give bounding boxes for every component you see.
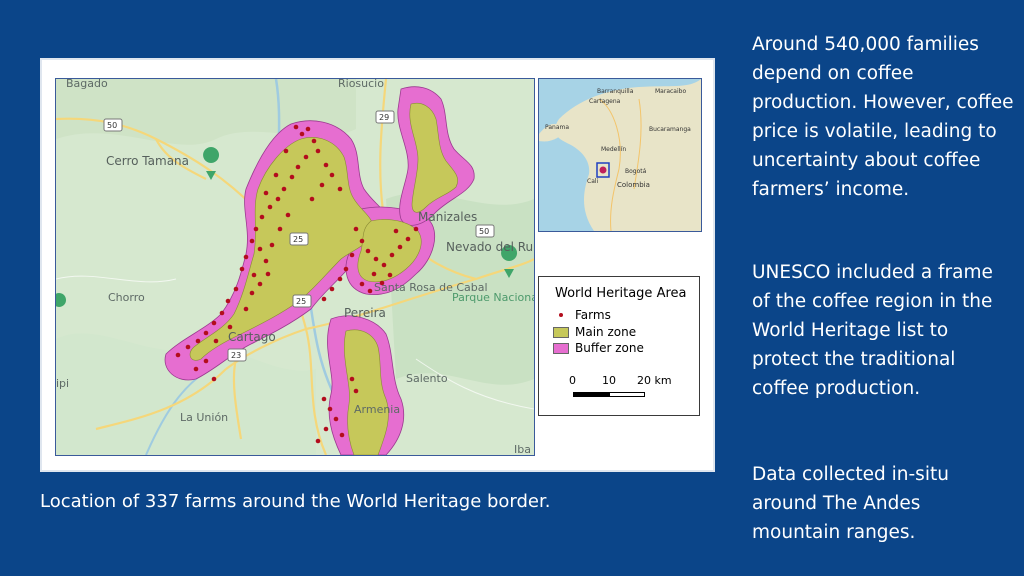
svg-text:Panama: Panama bbox=[545, 124, 569, 131]
svg-text:29: 29 bbox=[379, 113, 389, 122]
label-pipi: ipi bbox=[56, 377, 69, 390]
inset-map: Panama Colombia Medellín Bogotá Cali Bar… bbox=[538, 78, 702, 232]
legend-item-farms: Farms bbox=[553, 308, 611, 322]
svg-text:25: 25 bbox=[293, 235, 303, 244]
label-armenia: Armenia bbox=[354, 403, 400, 416]
main-map-canvas: 50 29 25 50 25 23 Bagado Riosucio Cerro … bbox=[56, 79, 534, 455]
label-cerro-tamana: Cerro Tamana bbox=[106, 154, 189, 168]
paragraph-unesco: UNESCO included a frame of the coffee re… bbox=[752, 262, 993, 399]
svg-text:Cali: Cali bbox=[587, 178, 599, 185]
label-bagado: Bagado bbox=[66, 79, 108, 90]
label-manizales: Manizales bbox=[418, 210, 477, 224]
svg-text:Medellín: Medellín bbox=[601, 146, 626, 153]
label-chorro: Chorro bbox=[108, 291, 145, 304]
scale-bar: 0 10 20 km bbox=[569, 374, 681, 404]
legend-title: World Heritage Area bbox=[555, 286, 687, 301]
farm-point-icon bbox=[559, 313, 563, 317]
paragraph-families: Around 540,000 families depend on coffee… bbox=[752, 34, 1014, 200]
buffer-zone-swatch bbox=[553, 342, 569, 354]
main-zone-swatch bbox=[553, 326, 569, 338]
label-salento: Salento bbox=[406, 372, 448, 385]
svg-text:50: 50 bbox=[107, 121, 117, 130]
svg-text:Barranquilla: Barranquilla bbox=[597, 88, 634, 95]
svg-text:23: 23 bbox=[231, 351, 241, 360]
svg-text:Bucaramanga: Bucaramanga bbox=[649, 126, 691, 133]
legend-item-main-zone: Main zone bbox=[553, 325, 636, 339]
label-cartago: Cartago bbox=[228, 330, 276, 344]
map-legend: World Heritage Area Farms Main zone Buff… bbox=[538, 276, 700, 416]
label-parque: Parque Nacional Natural Los Nevados bbox=[452, 291, 534, 304]
svg-text:Colombia: Colombia bbox=[617, 181, 650, 189]
label-la-union: La Unión bbox=[180, 411, 228, 424]
legend-item-buffer-zone: Buffer zone bbox=[553, 341, 644, 355]
paragraph-data-collection: Data collected in-situ around The Andes … bbox=[752, 464, 949, 543]
label-riosucio: Riosucio bbox=[338, 79, 384, 90]
label-pereira: Pereira bbox=[344, 306, 386, 320]
map-caption: Location of 337 farms around the World H… bbox=[40, 491, 551, 512]
label-nevado: Nevado del Ruiz bbox=[446, 240, 534, 254]
svg-text:Bogotá: Bogotá bbox=[625, 168, 647, 175]
svg-text:25: 25 bbox=[296, 297, 306, 306]
svg-text:Maracaibo: Maracaibo bbox=[655, 88, 686, 95]
label-ibague: Iba bbox=[514, 443, 531, 455]
svg-text:Cartagena: Cartagena bbox=[589, 98, 621, 105]
svg-text:50: 50 bbox=[479, 227, 489, 236]
main-map[interactable]: 50 29 25 50 25 23 Bagado Riosucio Cerro … bbox=[55, 78, 535, 456]
map-figure: 50 29 25 50 25 23 Bagado Riosucio Cerro … bbox=[40, 58, 715, 472]
